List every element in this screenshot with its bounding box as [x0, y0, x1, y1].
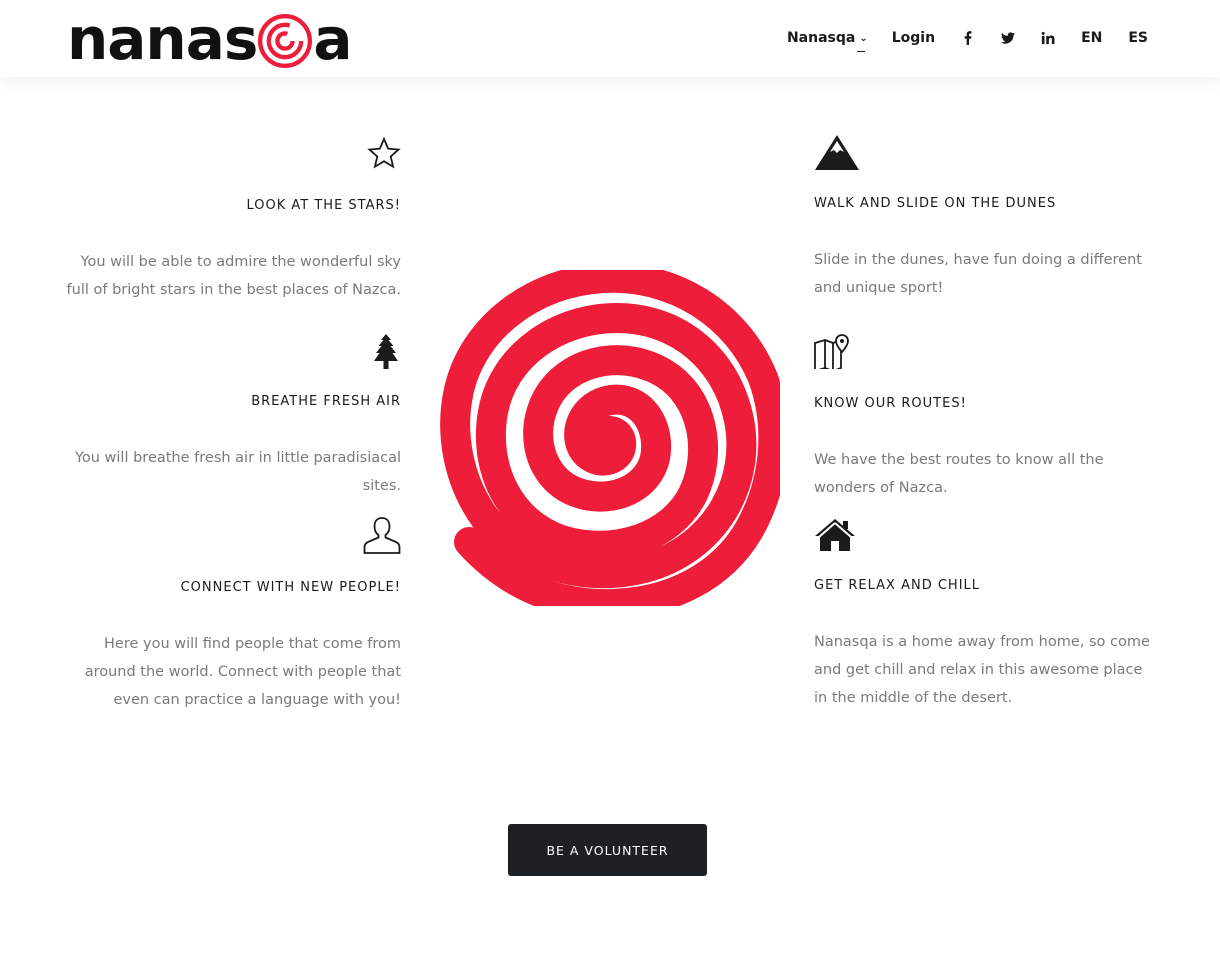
login-link[interactable]: Login	[892, 26, 935, 50]
feature-connect: CONNECT WITH NEW PEOPLE! Here you will f…	[60, 515, 401, 714]
logo-text-before: nanas	[67, 5, 258, 73]
feature-text: We have the best routes to know all the …	[814, 452, 1104, 496]
features-right: WALK AND SLIDE ON THE DUNES Slide in the…	[814, 0, 1154, 976]
feature-title: GET RELAX AND CHILL	[814, 578, 981, 593]
facebook-icon[interactable]	[961, 30, 975, 46]
feature-fresh-air: BREATHE FRESH AIR You will breathe fresh…	[60, 333, 401, 500]
feature-text: Slide in the dunes, have fun doing a dif…	[814, 252, 1142, 296]
main-nav: Nanasqa ⌄ Login EN ES	[786, 26, 1148, 52]
tree-icon	[60, 333, 401, 383]
map-icon	[814, 333, 1154, 385]
linkedin-icon[interactable]	[1041, 30, 1055, 46]
feature-title: KNOW OUR ROUTES!	[814, 396, 967, 411]
feature-routes: KNOW OUR ROUTES! We have the best routes…	[814, 333, 1154, 502]
lang-es-link[interactable]: ES	[1128, 26, 1148, 50]
spiral-logo-icon	[258, 14, 313, 68]
feature-title: LOOK AT THE STARS!	[246, 198, 401, 213]
spiral-illustration	[440, 270, 780, 606]
feature-title: WALK AND SLIDE ON THE DUNES	[814, 196, 1057, 211]
house-icon	[814, 517, 1154, 567]
chevron-down-icon: ⌄	[859, 32, 868, 44]
feature-dunes: WALK AND SLIDE ON THE DUNES Slide in the…	[814, 133, 1154, 302]
feature-text: Nanasqa is a home away from home, so com…	[814, 634, 1150, 706]
feature-text: You will breathe fresh air in little par…	[74, 450, 401, 494]
feature-title: BREATHE FRESH AIR	[251, 394, 401, 409]
nav-menu-label: Nanasqa	[786, 30, 856, 46]
logo[interactable]: nanas a	[67, 5, 353, 73]
star-icon	[60, 137, 401, 187]
feature-stars: LOOK AT THE STARS! You will be able to a…	[60, 137, 401, 304]
nav-menu-nanasqa[interactable]: Nanasqa ⌄	[786, 26, 868, 52]
be-a-volunteer-button[interactable]: BE A VOLUNTEER	[508, 824, 707, 876]
feature-title: CONNECT WITH NEW PEOPLE!	[180, 580, 401, 595]
site-header: nanas a Nanasqa ⌄ Login EN ES	[0, 0, 1220, 77]
twitter-icon[interactable]	[1001, 30, 1016, 46]
feature-relax: GET RELAX AND CHILL Nanasqa is a home aw…	[814, 517, 1154, 712]
features-left: LOOK AT THE STARS! You will be able to a…	[60, 0, 401, 976]
mountain-icon	[814, 133, 1154, 185]
person-icon	[60, 515, 401, 569]
feature-text: You will be able to admire the wonderful…	[66, 254, 401, 298]
lang-en-link[interactable]: EN	[1081, 26, 1102, 50]
logo-text-after: a	[313, 5, 352, 73]
feature-text: Here you will find people that come from…	[84, 636, 401, 708]
